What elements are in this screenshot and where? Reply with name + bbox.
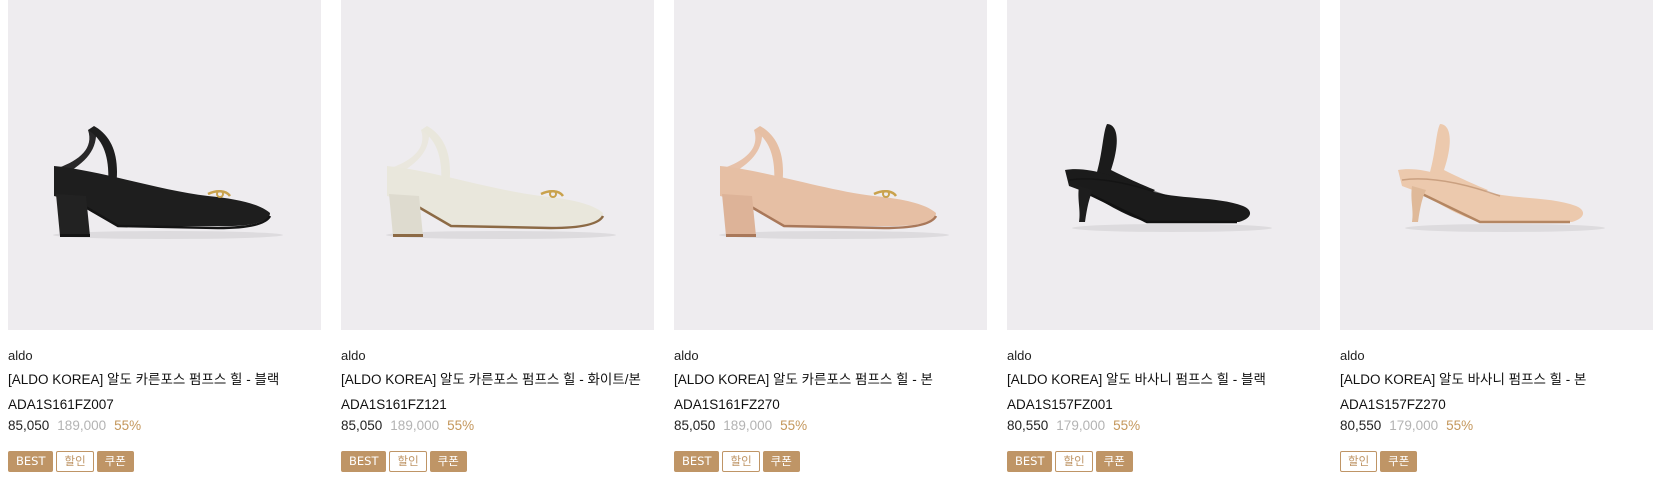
product-badges: BEST 할인 쿠폰 xyxy=(1007,451,1320,472)
coupon-badge: 쿠폰 xyxy=(762,451,800,472)
product-image[interactable] xyxy=(1340,0,1653,330)
product-brand[interactable]: aldo xyxy=(674,348,987,364)
product-badges: BEST 할인 쿠폰 xyxy=(341,451,654,472)
sale-price: 80,550 xyxy=(1340,418,1382,433)
product-badges: 할인 쿠폰 xyxy=(1340,451,1653,472)
product-image[interactable] xyxy=(341,0,654,330)
product-photo xyxy=(1065,124,1272,232)
product-image[interactable] xyxy=(1007,0,1320,330)
product-code[interactable]: ADA1S161FZ121 xyxy=(341,395,654,414)
original-price: 189,000 xyxy=(390,418,440,433)
product-prices: 80,550 179,000 55% xyxy=(1340,415,1653,437)
sale-badge: 할인 xyxy=(389,451,427,472)
sale-badge: 할인 xyxy=(1340,451,1378,472)
product-code[interactable]: ADA1S161FZ007 xyxy=(8,395,321,414)
product-card-3[interactable]: aldo [ALDO KOREA] 알도 카른포스 펌프스 힐 - 본 ADA1… xyxy=(674,0,987,472)
best-badge: BEST xyxy=(674,451,720,472)
product-prices: 85,050 189,000 55% xyxy=(674,415,987,437)
original-price: 179,000 xyxy=(1056,418,1106,433)
product-code[interactable]: ADA1S157FZ270 xyxy=(1340,395,1653,414)
discount-rate: 55% xyxy=(780,418,808,433)
product-photo xyxy=(53,126,283,239)
product-badges: BEST 할인 쿠폰 xyxy=(674,451,987,472)
original-price: 189,000 xyxy=(723,418,773,433)
product-code[interactable]: ADA1S157FZ001 xyxy=(1007,395,1320,414)
product-brand[interactable]: aldo xyxy=(8,348,321,364)
product-title[interactable]: [ALDO KOREA] 알도 카른포스 펌프스 힐 - 블랙 xyxy=(8,370,321,389)
product-card-2[interactable]: aldo [ALDO KOREA] 알도 카른포스 펌프스 힐 - 화이트/본 … xyxy=(341,0,654,472)
product-brand[interactable]: aldo xyxy=(1007,348,1320,364)
discount-rate: 55% xyxy=(114,418,142,433)
sale-badge: 할인 xyxy=(56,451,94,472)
product-prices: 85,050 189,000 55% xyxy=(8,415,321,437)
product-grid: aldo [ALDO KOREA] 알도 카른포스 펌프스 힐 - 블랙 ADA… xyxy=(8,0,1653,472)
product-photo xyxy=(1398,124,1605,232)
sale-badge: 할인 xyxy=(1055,451,1093,472)
product-title[interactable]: [ALDO KOREA] 알도 바사니 펌프스 힐 - 본 xyxy=(1340,370,1653,389)
discount-rate: 55% xyxy=(1446,418,1474,433)
sale-price: 85,050 xyxy=(8,418,50,433)
original-price: 189,000 xyxy=(57,418,107,433)
product-title[interactable]: [ALDO KOREA] 알도 카른포스 펌프스 힐 - 화이트/본 xyxy=(341,370,654,389)
product-card-1[interactable]: aldo [ALDO KOREA] 알도 카른포스 펌프스 힐 - 블랙 ADA… xyxy=(8,0,321,472)
product-photo xyxy=(719,126,949,239)
product-title[interactable]: [ALDO KOREA] 알도 바사니 펌프스 힐 - 블랙 xyxy=(1007,370,1320,389)
sale-price: 85,050 xyxy=(341,418,383,433)
product-card-4[interactable]: aldo [ALDO KOREA] 알도 바사니 펌프스 힐 - 블랙 ADA1… xyxy=(1007,0,1320,472)
product-title[interactable]: [ALDO KOREA] 알도 카른포스 펌프스 힐 - 본 xyxy=(674,370,987,389)
product-card-5[interactable]: aldo [ALDO KOREA] 알도 바사니 펌프스 힐 - 본 ADA1S… xyxy=(1340,0,1653,472)
product-photo xyxy=(386,126,616,239)
product-code[interactable]: ADA1S161FZ270 xyxy=(674,395,987,414)
product-brand[interactable]: aldo xyxy=(1340,348,1653,364)
product-brand[interactable]: aldo xyxy=(341,348,654,364)
coupon-badge: 쿠폰 xyxy=(1095,451,1133,472)
discount-rate: 55% xyxy=(1113,418,1141,433)
coupon-badge: 쿠폰 xyxy=(1380,451,1418,472)
product-prices: 85,050 189,000 55% xyxy=(341,415,654,437)
best-badge: BEST xyxy=(1007,451,1053,472)
best-badge: BEST xyxy=(341,451,387,472)
sale-price: 85,050 xyxy=(674,418,716,433)
product-image[interactable] xyxy=(674,0,987,330)
product-badges: BEST 할인 쿠폰 xyxy=(8,451,321,472)
coupon-badge: 쿠폰 xyxy=(96,451,134,472)
discount-rate: 55% xyxy=(447,418,475,433)
sale-price: 80,550 xyxy=(1007,418,1049,433)
original-price: 179,000 xyxy=(1389,418,1439,433)
coupon-badge: 쿠폰 xyxy=(429,451,467,472)
product-prices: 80,550 179,000 55% xyxy=(1007,415,1320,437)
sale-badge: 할인 xyxy=(722,451,760,472)
product-image[interactable] xyxy=(8,0,321,330)
best-badge: BEST xyxy=(8,451,54,472)
